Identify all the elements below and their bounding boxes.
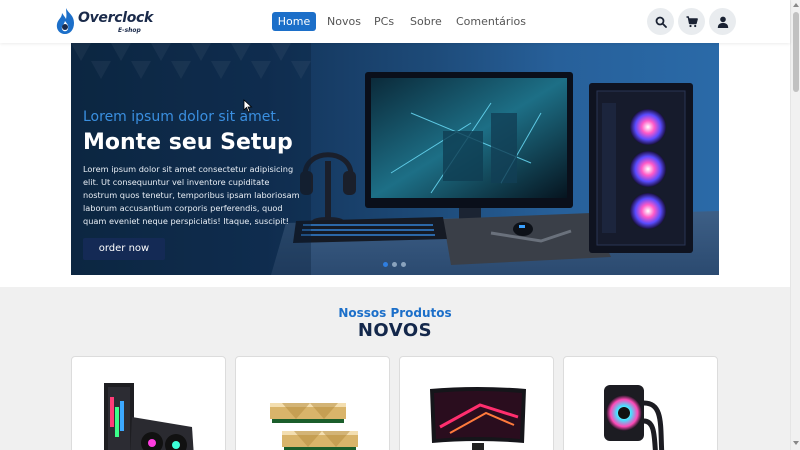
nav-item-home[interactable]: Home [272, 12, 316, 31]
nav-item-novos[interactable]: Novos [327, 12, 361, 31]
nav-item-pcs[interactable]: PCs [374, 12, 394, 31]
section-title: NOVOS [357, 320, 433, 341]
hero-title: Monte seu Setup [83, 130, 293, 155]
mouse-cursor-icon [243, 99, 253, 113]
graphics-card-image [104, 383, 194, 450]
cart-icon [686, 15, 698, 27]
user-button[interactable] [709, 8, 736, 35]
ram-modules-image [270, 403, 358, 450]
hero-description: Lorem ipsum dolor sit amet consectetur a… [83, 164, 300, 226]
carousel-dot-2[interactable] [392, 262, 397, 267]
logo[interactable]: Overclock E-shop [54, 7, 154, 37]
carousel-dot-3[interactable] [401, 262, 406, 267]
header: Overclock E-shop Home Novos PCs Sobre Co… [0, 0, 790, 43]
products-section: Nossos Produtos NOVOS [0, 287, 790, 450]
search-button[interactable] [647, 8, 674, 35]
section-subtitle: Nossos Produtos [338, 306, 452, 320]
logo-text: Overclock [78, 10, 154, 26]
user-icon [717, 16, 728, 28]
product-card-graphics-card[interactable] [71, 356, 226, 450]
search-icon [655, 16, 667, 28]
curved-monitor-image [430, 387, 526, 450]
hero-section: Lorem ipsum dolor sit amet. Monte seu Se… [0, 43, 790, 287]
setup-illustration [71, 43, 719, 275]
carousel-dot-1[interactable] [383, 262, 388, 267]
product-card-ram-modules[interactable] [235, 356, 390, 450]
water-cooler-image [604, 385, 665, 450]
nav-item-sobre[interactable]: Sobre [410, 12, 442, 31]
nav-item-comentarios[interactable]: Comentários [456, 12, 526, 31]
flame-icon [56, 8, 74, 34]
cart-button[interactable] [678, 8, 705, 35]
product-card-curved-monitor[interactable] [399, 356, 554, 450]
hero-banner: Lorem ipsum dolor sit amet. Monte seu Se… [71, 43, 719, 275]
product-card-water-cooler[interactable] [563, 356, 718, 450]
scroll-up-icon[interactable] [793, 3, 799, 7]
scroll-thumb[interactable] [793, 12, 799, 92]
scroll-down-icon[interactable] [793, 441, 799, 445]
order-now-button[interactable]: order now [83, 238, 165, 260]
page-scrollbar[interactable] [790, 0, 800, 450]
logo-subtext: E-shop [118, 27, 141, 34]
